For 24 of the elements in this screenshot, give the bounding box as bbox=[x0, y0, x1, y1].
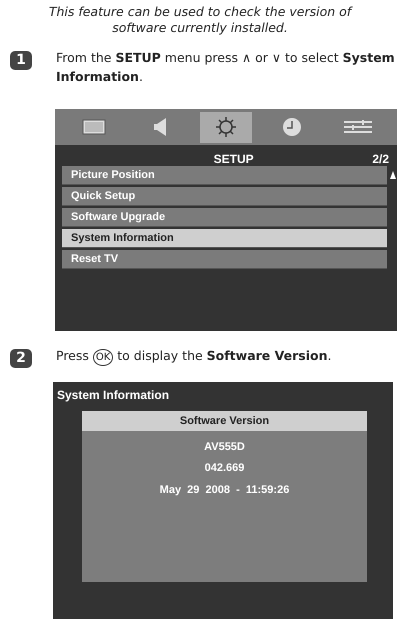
step-number: 1 bbox=[10, 51, 32, 70]
info-line: May 29 2008 - 11:59:26 bbox=[160, 482, 290, 498]
clock-icon bbox=[282, 117, 302, 138]
scroll-up-icon bbox=[390, 170, 396, 179]
info-line: AV555D bbox=[204, 440, 245, 455]
gear-icon bbox=[215, 116, 237, 138]
menu-item[interactable]: Quick Setup bbox=[62, 186, 387, 206]
speaker-icon bbox=[153, 117, 167, 138]
menu-item[interactable]: System Information bbox=[62, 228, 387, 248]
panel-header: Software Version bbox=[82, 410, 367, 431]
page-indicator: 2/2 bbox=[372, 152, 389, 166]
menu-item[interactable]: Software Upgrade bbox=[62, 208, 387, 227]
menu-item[interactable]: Reset TV bbox=[62, 250, 387, 269]
menu-title: SETUP bbox=[212, 152, 255, 166]
menu-tab[interactable] bbox=[200, 112, 252, 143]
ok-key-icon: OK bbox=[92, 348, 114, 366]
info-line: 042.669 bbox=[204, 461, 244, 476]
screen-title: System Information bbox=[57, 386, 170, 404]
intro-text: This feature can be used to check the version of software currently installed. bbox=[48, 3, 354, 36]
step-number: 2 bbox=[10, 348, 32, 368]
step-text: Press OK to display the Software Version. bbox=[56, 346, 336, 366]
screen-icon bbox=[82, 119, 106, 136]
sliders-icon bbox=[344, 120, 372, 134]
step-text: From the SETUP menu press ∧ or ∨ to select System Information. bbox=[56, 49, 396, 86]
